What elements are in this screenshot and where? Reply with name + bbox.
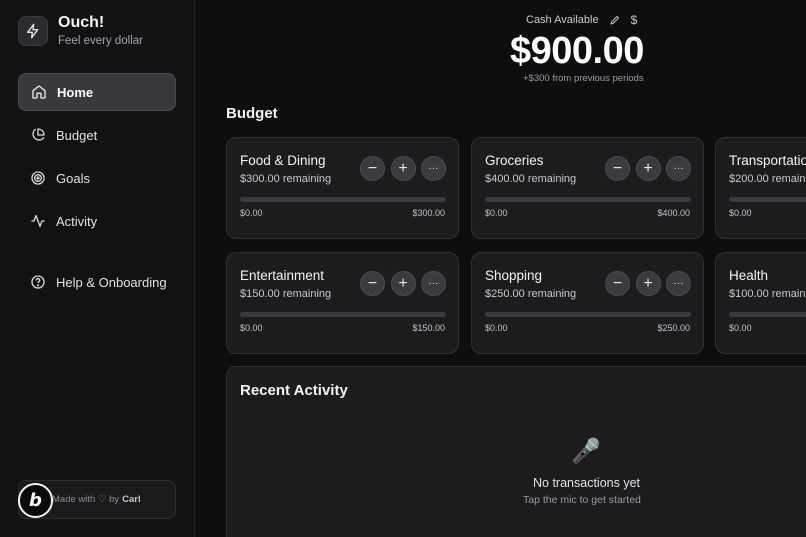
- app-title: Ouch!: [58, 14, 105, 31]
- category-remaining: $200.00 remaining: [729, 173, 806, 185]
- category-name: Shopping: [485, 268, 543, 283]
- dollar-icon[interactable]: $: [631, 13, 638, 27]
- category-remaining: $300.00 remaining: [240, 173, 332, 185]
- activity-icon: [30, 213, 46, 229]
- progress-bar: [485, 312, 691, 317]
- brand[interactable]: Ouch! Feel every dollar: [18, 14, 143, 47]
- decrease-button[interactable]: −: [360, 271, 385, 296]
- progress-max: $400.00: [657, 208, 690, 218]
- sidebar: Ouch! Feel every dollar Home Budget Goal…: [0, 0, 195, 537]
- progress-min: $0.00: [485, 323, 508, 333]
- author-name: Carl: [122, 494, 141, 505]
- empty-state-subtitle: Tap the mic to get started: [523, 494, 641, 506]
- budget-card[interactable]: Food & Dining $300.00 remaining − + ··· $0.00…: [226, 137, 459, 239]
- increase-button[interactable]: +: [635, 271, 661, 296]
- category-name: Health: [729, 268, 769, 283]
- progress-min: $0.00: [729, 208, 752, 218]
- bolt-badge-icon[interactable]: b: [18, 483, 53, 518]
- decrease-button[interactable]: −: [360, 156, 385, 181]
- increase-button[interactable]: +: [635, 156, 661, 181]
- progress-min: $0.00: [485, 208, 508, 218]
- target-icon: [30, 170, 46, 186]
- help-icon: [30, 274, 46, 290]
- recent-activity-panel: Recent Activity 🎤 No transactions yet Ta…: [226, 366, 806, 537]
- bolt-icon: [18, 15, 48, 46]
- pie-chart-icon: [30, 127, 46, 143]
- badge-letter: b: [29, 490, 42, 511]
- more-options-button[interactable]: ···: [666, 156, 691, 181]
- budget-card[interactable]: Shopping $250.00 remaining − + ··· $0.00 $250.…: [471, 252, 704, 354]
- progress-min: $0.00: [240, 208, 263, 218]
- increase-button[interactable]: +: [390, 271, 416, 296]
- sidebar-item-label: Goals: [56, 170, 90, 186]
- sidebar-item-goals[interactable]: Goals: [18, 159, 176, 197]
- cash-available-header: Cash Available $: [526, 13, 637, 27]
- progress-bar: [240, 197, 446, 202]
- sidebar-item-help[interactable]: Help & Onboarding: [18, 263, 176, 301]
- recent-activity-title: Recent Activity: [240, 382, 348, 399]
- cash-amount: $900.00: [510, 30, 644, 72]
- app-tagline: Feel every dollar: [58, 35, 144, 47]
- category-name: Entertainment: [240, 268, 325, 283]
- category-name: Transportation: [729, 153, 806, 168]
- more-options-button[interactable]: ···: [421, 156, 446, 181]
- category-remaining: $250.00 remaining: [485, 288, 577, 300]
- budget-title: Budget: [226, 105, 278, 122]
- category-name: Food & Dining: [240, 153, 326, 168]
- progress-bar: [240, 312, 446, 317]
- progress-min: $0.00: [729, 323, 752, 333]
- decrease-button[interactable]: −: [605, 271, 630, 296]
- more-options-button[interactable]: ···: [421, 271, 446, 296]
- budget-card[interactable]: Groceries $400.00 remaining − + ··· $0.00 $400…: [471, 137, 704, 239]
- cash-diff: +$300 from previous periods: [523, 73, 644, 84]
- sidebar-item-label: Budget: [56, 127, 98, 143]
- budget-card[interactable]: Entertainment $150.00 remaining − + ··· $0.00…: [226, 252, 459, 354]
- sidebar-item-label: Help & Onboarding: [56, 274, 167, 290]
- category-remaining: $400.00 remaining: [485, 173, 577, 185]
- sidebar-item-label: Activity: [56, 213, 98, 229]
- mic-icon[interactable]: 🎤: [571, 437, 601, 466]
- decrease-button[interactable]: −: [605, 156, 630, 181]
- progress-max: $250.00: [657, 323, 690, 333]
- progress-max: $150.00: [412, 323, 445, 333]
- category-remaining: $100.00 remaining: [729, 288, 806, 300]
- increase-button[interactable]: +: [390, 156, 416, 181]
- sidebar-item-home[interactable]: Home: [18, 73, 176, 111]
- progress-max: $300.00: [412, 208, 445, 218]
- sidebar-item-activity[interactable]: Activity: [18, 202, 176, 240]
- cash-label: Cash Available: [526, 14, 599, 26]
- sidebar-item-label: Home: [57, 84, 94, 100]
- home-icon: [31, 84, 47, 100]
- main-content: Cash Available $ $900.00 +$300 from prev…: [196, 0, 806, 537]
- empty-state-title: No transactions yet: [533, 476, 640, 490]
- edit-pencil-icon[interactable]: [609, 14, 621, 26]
- budget-card[interactable]: Health$100.00 remaining−+···$0.00$100.00: [715, 252, 806, 354]
- sidebar-item-budget[interactable]: Budget: [18, 116, 176, 154]
- progress-min: $0.00: [240, 323, 263, 333]
- budget-card[interactable]: Transportation$200.00 remaining−+···$0.0…: [715, 137, 806, 239]
- progress-bar: [729, 312, 806, 317]
- more-options-button[interactable]: ···: [666, 271, 691, 296]
- category-name: Groceries: [485, 153, 544, 168]
- made-with-text: Made with ♡ by: [52, 494, 120, 505]
- category-remaining: $150.00 remaining: [240, 288, 332, 300]
- progress-bar: [729, 197, 806, 202]
- progress-bar: [485, 197, 691, 202]
